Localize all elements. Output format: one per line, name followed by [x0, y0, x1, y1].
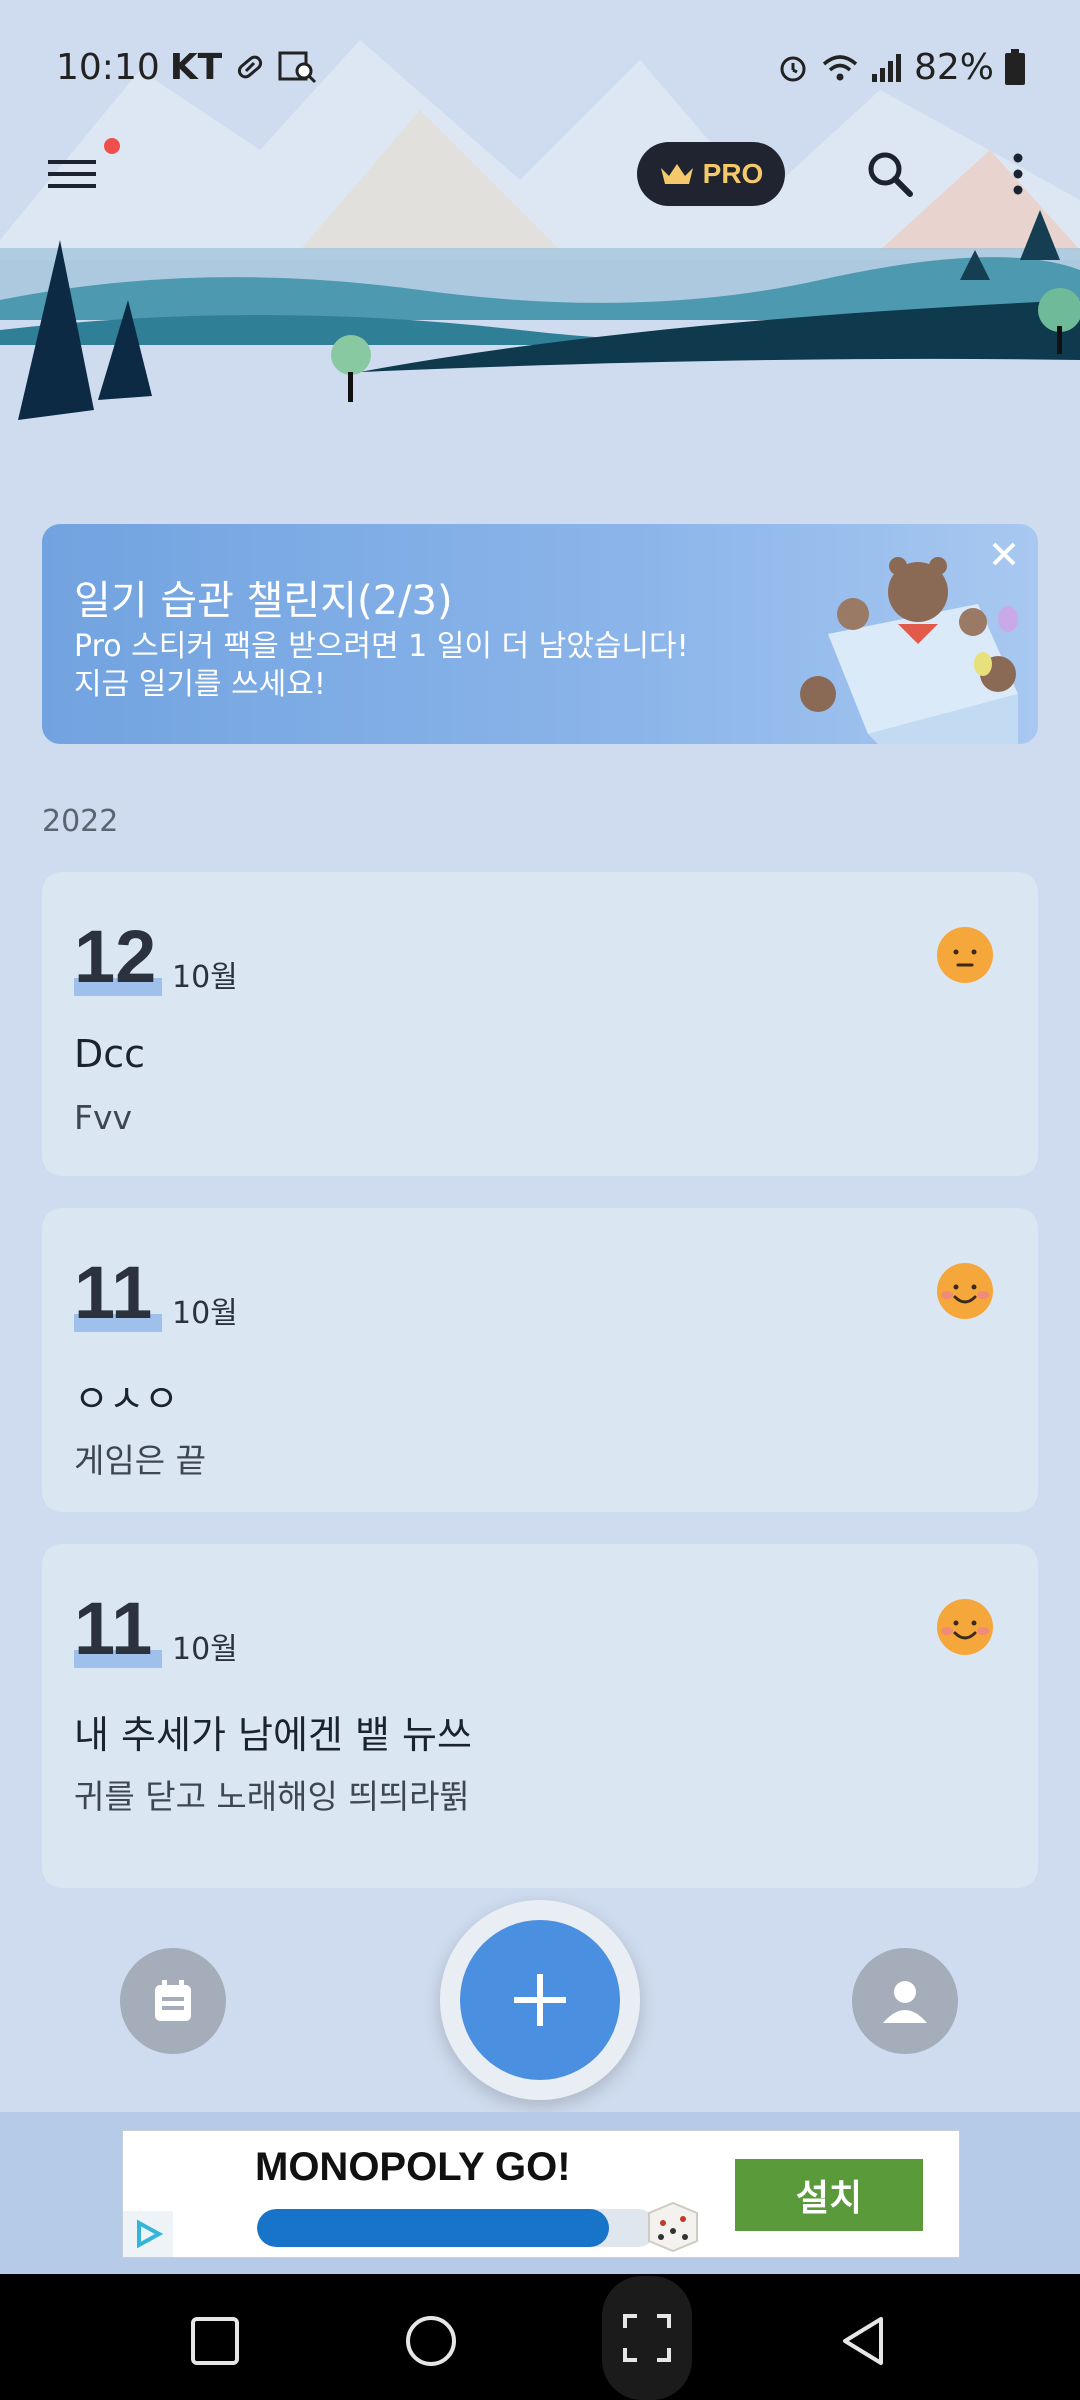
year-header: 2022: [42, 804, 119, 839]
calendar-icon: [155, 1980, 191, 2021]
neutral-face-icon: [937, 927, 993, 983]
ad-progress-fill: [257, 2209, 609, 2247]
entry-title: ㅇㅅㅇ: [74, 1377, 179, 1421]
close-challenge-button[interactable]: [986, 536, 1022, 572]
wifi-icon: [820, 50, 860, 84]
dice-icon: [648, 2201, 698, 2253]
smiling-face-icon: [937, 1599, 993, 1655]
challenge-banner[interactable]: 일기 습관 챌린지(2/3) Pro 스티커 팩을 받으려면 1 일이 더 남았…: [42, 524, 1038, 744]
search-icon: [868, 152, 913, 197]
calendar-button[interactable]: [120, 1948, 226, 2054]
clock: 10:10: [56, 46, 160, 88]
entry-body: 귀를 닫고 노래해잉 띄띄라뛹: [74, 1777, 470, 1816]
analytics-icon: [278, 49, 318, 85]
entry-month: 10월: [172, 1632, 238, 1667]
bear-sticker-illustration: [800, 557, 1018, 744]
entry-body: 게임은 끝: [74, 1441, 206, 1480]
entry-day: 12: [74, 915, 157, 998]
notification-dot: [104, 138, 120, 154]
status-bar: 10:10 KT 82%: [0, 0, 1080, 134]
ad-title: MONOPOLY GO!: [255, 2145, 571, 2189]
menu-button[interactable]: [44, 144, 104, 204]
capture-frame-icon: [623, 2314, 671, 2362]
pro-upgrade-button[interactable]: PRO: [637, 142, 785, 206]
search-button[interactable]: [860, 144, 920, 204]
pill-icon: [232, 49, 268, 85]
profile-button[interactable]: [852, 1948, 958, 2054]
status-right: 82%: [776, 47, 1026, 88]
hamburger-menu-icon: [48, 160, 96, 188]
battery-percent: 82%: [913, 46, 994, 88]
crown-icon: [660, 164, 693, 184]
alarm-icon: [776, 50, 810, 84]
entry-month: 10월: [172, 960, 238, 995]
more-vertical-icon: [1013, 153, 1023, 195]
entry-month: 10월: [172, 1296, 238, 1331]
bottom-action-bar: [0, 1900, 1080, 2112]
home-button[interactable]: [386, 2296, 476, 2386]
square-icon: [191, 2317, 239, 2365]
plus-icon: [514, 1974, 566, 2026]
diary-entry-card[interactable]: 11 10월 ㅇㅅㅇ 게임은 끝: [42, 1208, 1038, 1512]
challenge-message: Pro 스티커 팩을 받으려면 1 일이 더 남았습니다! 지금 일기를 쓰세요…: [74, 629, 689, 702]
person-icon: [883, 1981, 927, 2023]
add-entry-button[interactable]: [460, 1920, 620, 2080]
pro-label: PRO: [702, 158, 764, 189]
back-triangle-icon: [843, 2317, 883, 2365]
back-button[interactable]: [818, 2296, 908, 2386]
ad-choices-icon[interactable]: [123, 2211, 173, 2257]
diary-entry-card[interactable]: 11 10월 내 추세가 남에겐 뱉 뉴쓰 귀를 닫고 노래해잉 띄띄라뛹: [42, 1544, 1038, 1888]
app-bar: PRO: [0, 134, 1080, 214]
diary-entry-card[interactable]: 12 10월 Dcc Fvv: [42, 872, 1038, 1176]
screen-capture-button[interactable]: [602, 2276, 692, 2400]
smiling-face-icon: [937, 1263, 993, 1319]
entry-title: Dcc: [74, 1032, 146, 1076]
install-button[interactable]: 설치: [735, 2159, 923, 2231]
entry-day: 11: [74, 1251, 153, 1334]
battery-icon: [1004, 49, 1026, 85]
close-icon: [992, 542, 1016, 566]
carrier-label: KT: [169, 46, 223, 88]
recent-apps-button[interactable]: [170, 2296, 260, 2386]
circle-icon: [406, 2316, 456, 2366]
entry-day: 11: [74, 1587, 153, 1670]
system-navigation-bar: [0, 2274, 1080, 2400]
entry-title: 내 추세가 남에겐 뱉 뉴쓰: [74, 1713, 472, 1757]
challenge-title: 일기 습관 챌린지(2/3): [74, 578, 453, 624]
status-left: 10:10 KT: [56, 47, 318, 88]
entry-body: Fvv: [74, 1098, 133, 1137]
ad-progress-bar: [257, 2209, 657, 2247]
signal-icon: [870, 50, 904, 84]
ad-area: MONOPOLY GO! 설치: [0, 2112, 1080, 2274]
more-options-button[interactable]: [1000, 144, 1036, 204]
ad-banner[interactable]: MONOPOLY GO! 설치: [122, 2130, 960, 2258]
